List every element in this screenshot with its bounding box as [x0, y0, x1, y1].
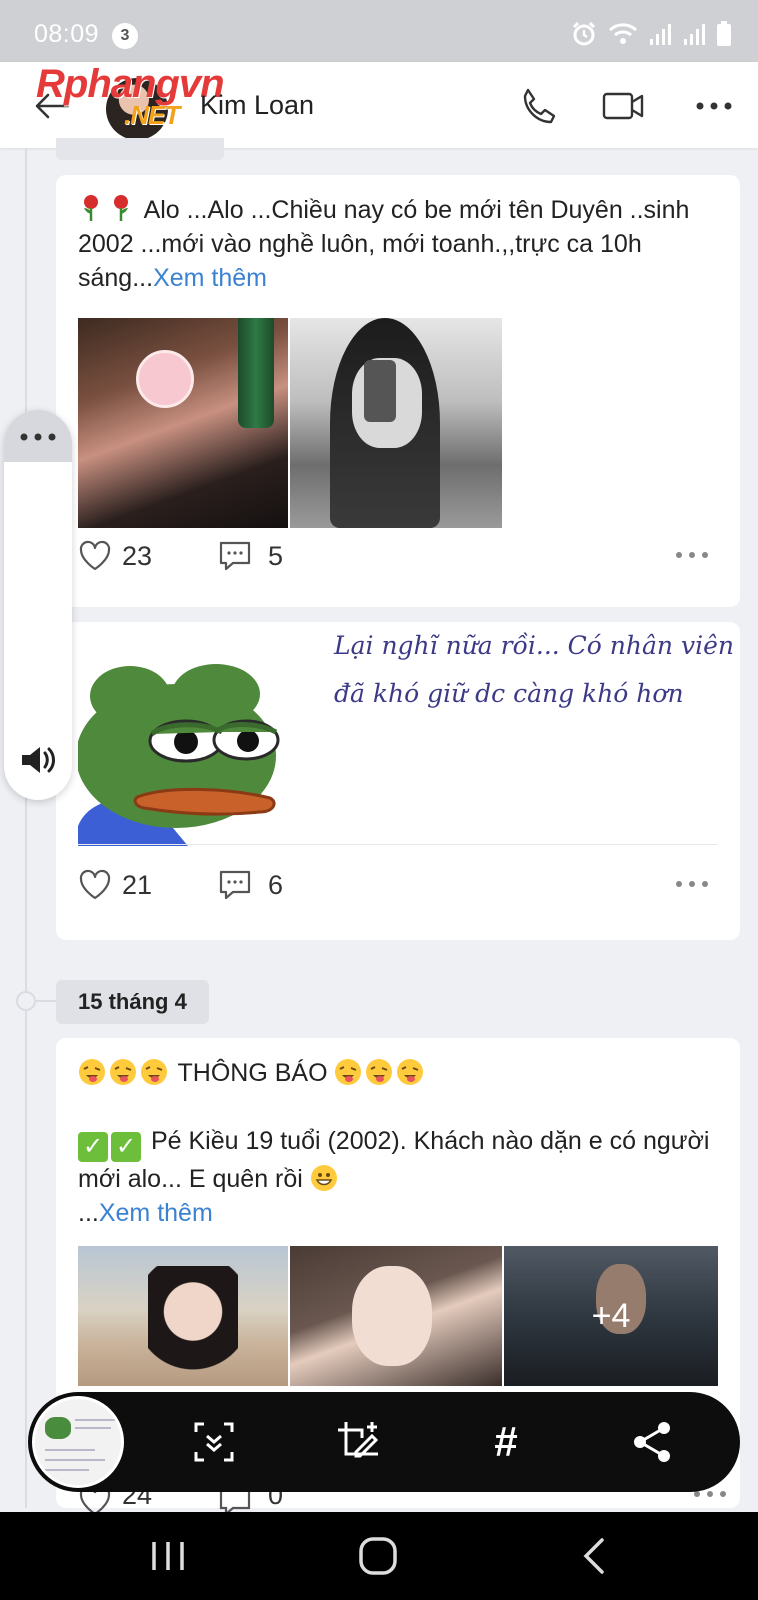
watermark-logo: Rphangvn .NET	[36, 62, 225, 130]
comment-count: 5	[268, 541, 284, 571]
date-label-partial	[56, 138, 224, 160]
rose-emoji-icon	[84, 195, 98, 221]
see-more-link[interactable]: Xem thêm	[99, 1199, 213, 1227]
timeline-line	[25, 148, 27, 1508]
post-photo[interactable]	[78, 1246, 288, 1386]
date-label: 15 tháng 4	[56, 980, 209, 1024]
scroll-capture-icon[interactable]	[190, 1418, 238, 1466]
recent-apps-icon[interactable]	[146, 1534, 190, 1578]
rose-emoji-icon	[114, 195, 128, 221]
chat-header: Rphangvn .NET Kim Loan	[0, 62, 758, 148]
grin-emoji-icon	[310, 1165, 337, 1191]
tongue-wink-emoji-icon	[334, 1059, 427, 1087]
post-heading: THÔNG BÁO	[177, 1059, 328, 1087]
divider	[78, 844, 718, 845]
post-photo[interactable]	[78, 318, 288, 528]
system-navigation-bar	[0, 1512, 758, 1600]
like-count: 21	[122, 870, 153, 900]
comment-icon[interactable]	[218, 539, 252, 573]
wifi-icon	[608, 21, 638, 52]
post-actions: 23 5	[78, 537, 718, 577]
crop-edit-icon[interactable]	[334, 1418, 382, 1466]
ellipsis: ...	[78, 1199, 99, 1227]
screenshot-toolbar: #	[28, 1392, 740, 1492]
heart-icon[interactable]	[78, 868, 112, 902]
tongue-wink-emoji-icon	[78, 1059, 171, 1087]
see-more-link[interactable]: Xem thêm	[153, 264, 267, 292]
post-photo[interactable]	[290, 1246, 502, 1386]
like-count: 23	[122, 541, 153, 571]
volume-icon[interactable]	[18, 740, 58, 780]
post-body: Pé Kiều 19 tuổi (2002). Khách nào dặn e …	[78, 1127, 710, 1193]
battery-icon	[716, 21, 732, 52]
screenshot-thumbnail[interactable]	[32, 1396, 124, 1488]
pepe-frog-image[interactable]	[78, 646, 288, 846]
alarm-icon	[570, 20, 598, 53]
hashtag-icon[interactable]: #	[482, 1418, 530, 1466]
notification-count-badge: 3	[112, 23, 138, 49]
check-mark-icon: ✓	[111, 1132, 141, 1162]
share-icon[interactable]	[628, 1418, 676, 1466]
more-dots-icon[interactable]	[690, 82, 738, 130]
post-card[interactable]: Alo ...Alo ...Chiều nay có be mới tên Du…	[56, 175, 740, 607]
more-dots-icon[interactable]	[18, 432, 58, 442]
heart-icon[interactable]	[78, 539, 112, 573]
post-photo[interactable]	[290, 318, 502, 528]
more-photos-count[interactable]: +4	[504, 1246, 718, 1386]
back-icon[interactable]	[574, 1534, 618, 1578]
post-text: THÔNG BÁO ✓ ✓ Pé Kiều 19 tuổi (2002). Khá…	[78, 1056, 718, 1230]
post-card[interactable]: Lại nghĩ nữa rồi... Có nhân viên đã khó …	[56, 622, 740, 940]
paw-sticker-icon	[136, 350, 194, 408]
phone-icon[interactable]	[514, 82, 562, 130]
status-time: 08:09	[34, 20, 100, 48]
check-mark-icon: ✓	[78, 1132, 108, 1162]
post-more-icon[interactable]	[674, 878, 710, 890]
meme-caption: Lại nghĩ nữa rồi... Có nhân viên đã khó …	[334, 631, 734, 708]
floating-side-panel[interactable]	[4, 410, 72, 800]
comment-count: 6	[268, 870, 284, 900]
post-photo[interactable]: +4	[504, 1246, 718, 1386]
watermark-suffix: .NET	[124, 100, 180, 130]
post-more-icon[interactable]	[674, 549, 710, 561]
video-call-icon[interactable]	[600, 82, 648, 130]
timeline-connector	[34, 1000, 56, 1002]
signal-icon	[682, 21, 706, 52]
post-text: Alo ...Alo ...Chiều nay có be mới tên Du…	[78, 193, 718, 295]
status-bar: 08:09 3	[0, 0, 758, 62]
comment-icon[interactable]	[218, 868, 252, 902]
timeline-node	[16, 991, 36, 1011]
signal-icon	[648, 21, 672, 52]
contact-name[interactable]: Kim Loan	[200, 90, 314, 121]
status-icons	[570, 20, 732, 53]
home-icon[interactable]	[356, 1534, 400, 1578]
post-actions: 21 6	[78, 866, 718, 906]
